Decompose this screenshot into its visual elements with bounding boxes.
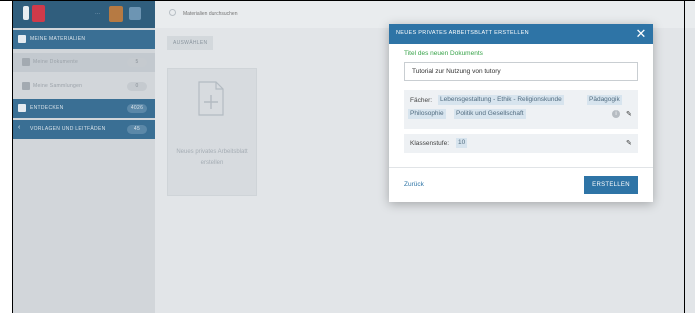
document-title-input[interactable]	[404, 62, 638, 81]
app-logo-icon[interactable]	[32, 5, 45, 22]
sidebar-item-meine-materialien[interactable]: MEINE MATERIALIEN	[13, 30, 155, 49]
new-document-icon	[198, 81, 224, 116]
avatar[interactable]	[109, 6, 123, 22]
subjects-label: Fächer:	[410, 97, 433, 104]
sidebar-item-label: Meine Sammlungen	[33, 83, 83, 89]
menu-icon[interactable]	[129, 7, 141, 20]
subject-tag: Philosophie	[408, 109, 446, 119]
count-badge: 4026	[127, 104, 147, 113]
close-icon[interactable]: ✕	[635, 27, 647, 41]
count-badge: 5	[127, 58, 147, 67]
dialog-title: NEUES PRIVATES ARBEITSBLATT ERSTELLEN	[396, 30, 529, 36]
screenshot-border-right	[684, 0, 685, 313]
collection-icon	[22, 82, 30, 90]
back-link[interactable]: Zurück	[404, 181, 424, 188]
folder-icon	[18, 35, 26, 43]
sidebar-item-vorlagen[interactable]: ‹ VORLAGEN UND LEITFÄDEN 45	[13, 120, 155, 139]
sidebar: ··· MEINE MATERIALIEN Meine Dokumente 5 …	[13, 0, 155, 313]
compass-icon	[18, 104, 26, 112]
sidebar-item-meine-dokumente[interactable]: Meine Dokumente 5	[13, 53, 155, 72]
grade-label: Klassenstufe:	[410, 140, 450, 147]
sidebar-item-label: MEINE MATERIALIEN	[30, 36, 86, 42]
sidebar-item-label: VORLAGEN UND LEITFÄDEN	[30, 126, 106, 132]
document-icon	[22, 58, 30, 66]
edit-grade-pencil-icon[interactable]: ✎	[626, 140, 633, 147]
search-icon[interactable]	[169, 9, 176, 16]
tab-auswaehlen[interactable]: AUSWÄHLEN	[167, 36, 214, 50]
create-button[interactable]: ERSTELLEN	[584, 176, 638, 194]
new-worksheet-tile[interactable]: Neues privates Arbeitsblatt erstellen	[167, 68, 257, 196]
subject-tag: Pädagogik	[587, 95, 622, 105]
subjects-box[interactable]: Fächer: Lebensgestaltung - Ethik - Relig…	[404, 90, 638, 129]
info-icon[interactable]: i	[612, 110, 620, 118]
create-worksheet-dialog: NEUES PRIVATES ARBEITSBLATT ERSTELLEN ✕ …	[389, 24, 653, 202]
edit-subjects-pencil-icon[interactable]: ✎	[626, 111, 633, 118]
grade-tag: 10	[456, 138, 468, 148]
sidebar-item-meine-sammlungen[interactable]: Meine Sammlungen 0	[13, 77, 155, 96]
title-field-label: Titel des neuen Dokuments	[404, 50, 483, 57]
count-badge: 0	[127, 82, 147, 91]
sidebar-item-label: Meine Dokumente	[33, 59, 79, 65]
new-worksheet-label: Neues privates Arbeitsblatt erstellen	[176, 149, 248, 166]
app-logo-mark[interactable]	[23, 6, 29, 20]
sidebar-item-label: ENTDECKEN	[30, 105, 64, 111]
screenshot-border-left	[12, 0, 13, 313]
chevron-left-icon: ‹	[18, 124, 21, 131]
subject-tag: Politik und Gesellschaft	[454, 109, 526, 119]
screenshot-border-top	[0, 0, 695, 1]
user-name-text: ···	[95, 11, 100, 17]
dialog-header: NEUES PRIVATES ARBEITSBLATT ERSTELLEN ✕	[389, 24, 653, 44]
search-input[interactable]	[183, 9, 343, 19]
count-badge: 45	[127, 125, 147, 134]
sidebar-item-entdecken[interactable]: ENTDECKEN 4026	[13, 99, 155, 118]
divider	[389, 167, 653, 168]
app-window: ··· MEINE MATERIALIEN Meine Dokumente 5 …	[13, 0, 695, 313]
logo-bar: ···	[13, 0, 155, 28]
grade-box[interactable]: Klassenstufe: 10 ✎	[404, 134, 638, 153]
subject-tag: Lebensgestaltung - Ethik - Religionskund…	[438, 95, 564, 105]
